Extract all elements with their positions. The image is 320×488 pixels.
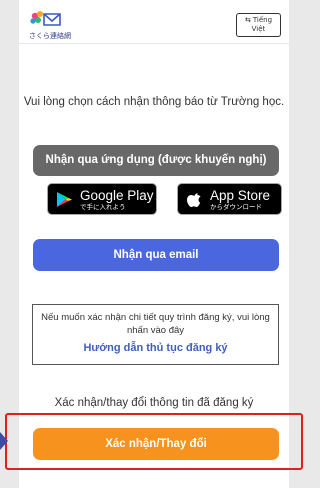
- pointer-arrow-icon: [0, 432, 8, 450]
- app-store-subtitle: からダウンロード: [210, 203, 262, 211]
- language-label-line1: Tiếng: [252, 16, 273, 24]
- sakura-logo-icon: [30, 11, 61, 26]
- language-button[interactable]: ⇆ Tiếng Việt: [236, 13, 281, 37]
- logo-text: さくら連絡網: [29, 32, 71, 40]
- google-play-badge[interactable]: Google Play で手に入れよう: [47, 183, 157, 215]
- translate-icon: ⇆: [244, 16, 251, 24]
- header: さくら連絡網 ⇆ Tiếng Việt: [19, 0, 289, 44]
- receive-via-app-button[interactable]: Nhận qua ứng dụng (được khuyến nghị): [33, 145, 279, 176]
- receive-via-email-button[interactable]: Nhận qua email: [33, 239, 279, 271]
- registration-guide-link[interactable]: Hướng dẫn thủ tục đăng ký: [33, 342, 278, 354]
- registration-guide-box: Nếu muốn xác nhận chi tiết quy trình đăn…: [32, 304, 279, 365]
- google-play-subtitle: で手に入れよう: [80, 203, 126, 211]
- google-play-title: Google Play: [80, 188, 154, 203]
- app-store-title: App Store: [210, 188, 271, 203]
- app-store-badge[interactable]: App Store からダウンロード: [177, 183, 282, 215]
- guide-note: Nếu muốn xác nhận chi tiết quy trình đăn…: [39, 311, 272, 337]
- confirm-change-label: Xác nhận/thay đổi thông tin đã đăng ký: [54, 397, 254, 409]
- highlight-frame: [5, 413, 303, 470]
- logo: さくら連絡網: [29, 10, 71, 40]
- page: さくら連絡網 ⇆ Tiếng Việt Vui lòng chọn cách nh…: [0, 0, 307, 488]
- language-label-line2: Việt: [251, 25, 266, 33]
- intro-text: Vui lòng chọn cách nhận thông báo từ Trư…: [23, 96, 285, 108]
- apple-icon: [187, 193, 201, 207]
- guide-note-line1: Nếu muốn xác nhận chi tiết quy trình đăn…: [41, 312, 270, 323]
- guide-note-line2: nhấn vào đây: [126, 325, 185, 336]
- google-play-icon: [57, 192, 72, 207]
